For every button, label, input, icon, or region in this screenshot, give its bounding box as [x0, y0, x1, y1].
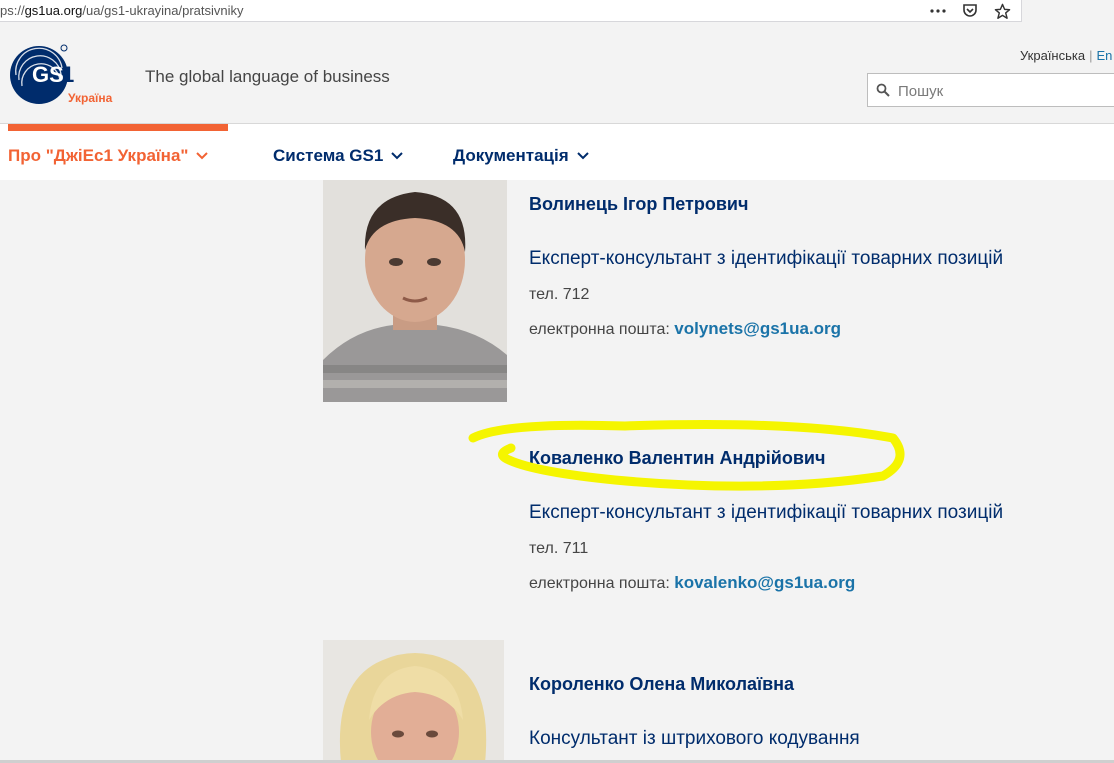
url-path: /ua/gs1-ukrayina/pratsivniky	[82, 3, 244, 18]
staff-name: Короленко Олена Миколаївна	[529, 674, 795, 694]
email-link[interactable]: kovalenko@gs1ua.org	[674, 573, 855, 592]
search-box[interactable]	[867, 73, 1114, 107]
language-switcher: Українська | En	[1020, 48, 1112, 63]
chevron-down-icon	[391, 152, 404, 160]
email-label: електронна пошта:	[529, 321, 670, 338]
search-input[interactable]	[896, 79, 1114, 103]
staff-name: Волинець Ігор Петрович	[529, 194, 749, 214]
url-text[interactable]: ps://gs1ua.org/ua/gs1-ukrayina/pratsivni…	[0, 3, 244, 18]
nav-item-label: Документація	[453, 146, 569, 165]
main-nav: Про "ДжіЕс1 Україна" Система GS1 Докумен…	[0, 124, 1114, 180]
email-label: електронна пошта:	[529, 575, 670, 592]
staff-photo	[323, 640, 504, 763]
nav-item-label: Система GS1	[273, 146, 384, 165]
chevron-down-icon	[576, 152, 589, 160]
nav-active-indicator	[8, 124, 228, 131]
svg-text:GS: GS	[32, 62, 64, 87]
lang-other[interactable]: En	[1096, 48, 1112, 63]
more-dots-icon[interactable]	[929, 2, 947, 20]
staff-phone: тел. 712	[529, 286, 590, 303]
staff-name: Коваленко Валентин Андрійович	[529, 448, 826, 468]
nav-item-label: Про "ДжіЕс1 Україна"	[8, 146, 189, 165]
url-host: gs1ua.org	[24, 3, 83, 18]
chevron-down-icon	[196, 152, 209, 160]
site-tagline: The global language of business	[145, 67, 390, 86]
lang-separator: |	[1089, 48, 1093, 63]
site-header: GS 1 Україна The global language of busi…	[0, 22, 1114, 124]
pocket-icon[interactable]	[961, 2, 979, 20]
url-prefix: ps://	[0, 3, 25, 18]
staff-list: Волинець Ігор Петрович Експерт-консульта…	[0, 180, 1114, 763]
staff-phone: тел. 711	[529, 540, 589, 557]
staff-role: Експерт-консультант з ідентифікації това…	[529, 502, 1004, 523]
staff-photo	[323, 180, 507, 402]
nav-item-docs[interactable]: Документація	[453, 146, 589, 166]
nav-item-about[interactable]: Про "ДжіЕс1 Україна"	[8, 146, 209, 166]
email-link[interactable]: volynets@gs1ua.org	[674, 319, 841, 338]
staff-role: Консультант із штрихового кодування	[529, 728, 860, 749]
svg-text:1: 1	[62, 62, 74, 87]
staff-email-row: електронна пошта: volynets@gs1ua.org	[529, 319, 841, 339]
search-icon	[876, 83, 890, 97]
staff-role: Експерт-консультант з ідентифікації това…	[529, 248, 1004, 269]
browser-url-bar[interactable]: ps://gs1ua.org/ua/gs1-ukrayina/pratsivni…	[0, 0, 1022, 22]
staff-email-row: електронна пошта: kovalenko@gs1ua.org	[529, 573, 855, 593]
logo-country-label: Україна	[68, 91, 113, 105]
nav-item-system[interactable]: Система GS1	[273, 146, 404, 166]
lang-current[interactable]: Українська	[1020, 48, 1085, 63]
star-icon[interactable]	[993, 2, 1011, 20]
